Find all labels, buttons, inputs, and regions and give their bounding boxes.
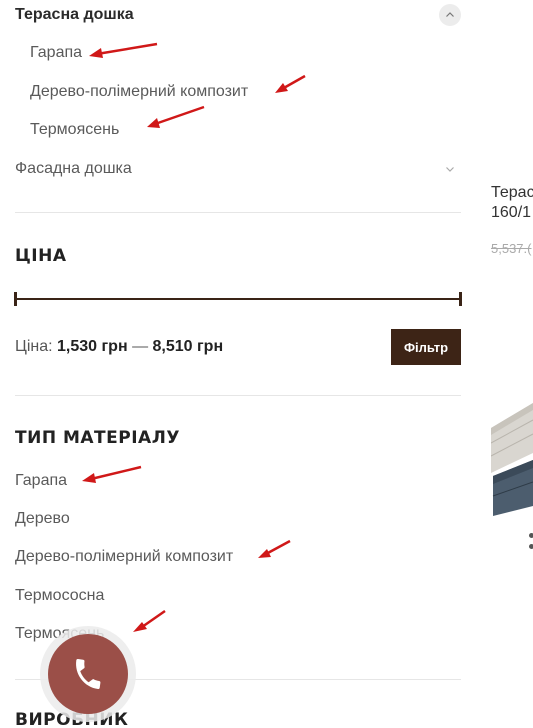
price-prefix: Ціна:: [15, 338, 53, 355]
red-arrow-icon: [82, 465, 142, 483]
red-arrow-icon: [275, 74, 306, 93]
manufacturer-section-title: ВИРОБНИК: [15, 710, 129, 728]
product-image[interactable]: [491, 398, 533, 518]
carousel-dot[interactable]: [529, 544, 533, 549]
subcategory-wpc[interactable]: Дерево-полімерний композит: [30, 83, 248, 101]
price-dash: —: [132, 338, 149, 355]
slider-min-handle[interactable]: [14, 292, 17, 306]
category-terrace-board[interactable]: Терасна дошка: [15, 4, 461, 26]
slider-track[interactable]: [15, 298, 461, 300]
product-card-partial: Терас 160/1 5,537.(: [491, 0, 533, 728]
price-range-label: Ціна: 1,530 грн — 8,510 грн: [15, 338, 223, 356]
price-max: 8,510 грн: [152, 338, 224, 355]
carousel-dot[interactable]: [529, 533, 533, 538]
material-wood[interactable]: Дерево: [15, 510, 70, 528]
divider: [15, 395, 461, 396]
material-wpc[interactable]: Дерево-полімерний композит: [15, 548, 233, 566]
price-min: 1,530 грн: [57, 338, 128, 355]
product-title[interactable]: Терас: [491, 182, 533, 204]
chevron-up-icon[interactable]: [439, 4, 461, 26]
price-section-title: ЦІНА: [15, 246, 67, 266]
material-thermo-pine[interactable]: Термососна: [15, 587, 104, 605]
slider-max-handle[interactable]: [459, 292, 462, 306]
red-arrow-icon: [258, 539, 291, 558]
red-arrow-icon: [133, 609, 166, 632]
product-old-price: 5,537.(: [491, 241, 532, 256]
phone-icon: [76, 658, 101, 690]
red-arrow-icon: [147, 105, 205, 128]
price-filter-row: Ціна: 1,530 грн — 8,510 грн Фільтр: [15, 329, 461, 365]
call-button[interactable]: [48, 634, 128, 714]
chevron-down-icon[interactable]: [439, 158, 461, 180]
product-size: 160/1: [491, 204, 532, 221]
price-range-slider[interactable]: [14, 292, 462, 306]
category-facade-board[interactable]: Фасадна дошка: [15, 158, 461, 180]
subcategory-garapa[interactable]: Гарапа: [30, 44, 82, 62]
material-garapa[interactable]: Гарапа: [15, 472, 67, 490]
red-arrow-icon: [89, 42, 158, 58]
divider: [15, 212, 461, 213]
category-label[interactable]: Терасна дошка: [15, 6, 134, 24]
filter-button[interactable]: Фільтр: [391, 329, 461, 365]
category-label[interactable]: Фасадна дошка: [15, 160, 132, 178]
material-section-title: ТИП МАТЕРІАЛУ: [15, 428, 180, 448]
subcategory-thermo-ash[interactable]: Термоясень: [30, 121, 119, 139]
